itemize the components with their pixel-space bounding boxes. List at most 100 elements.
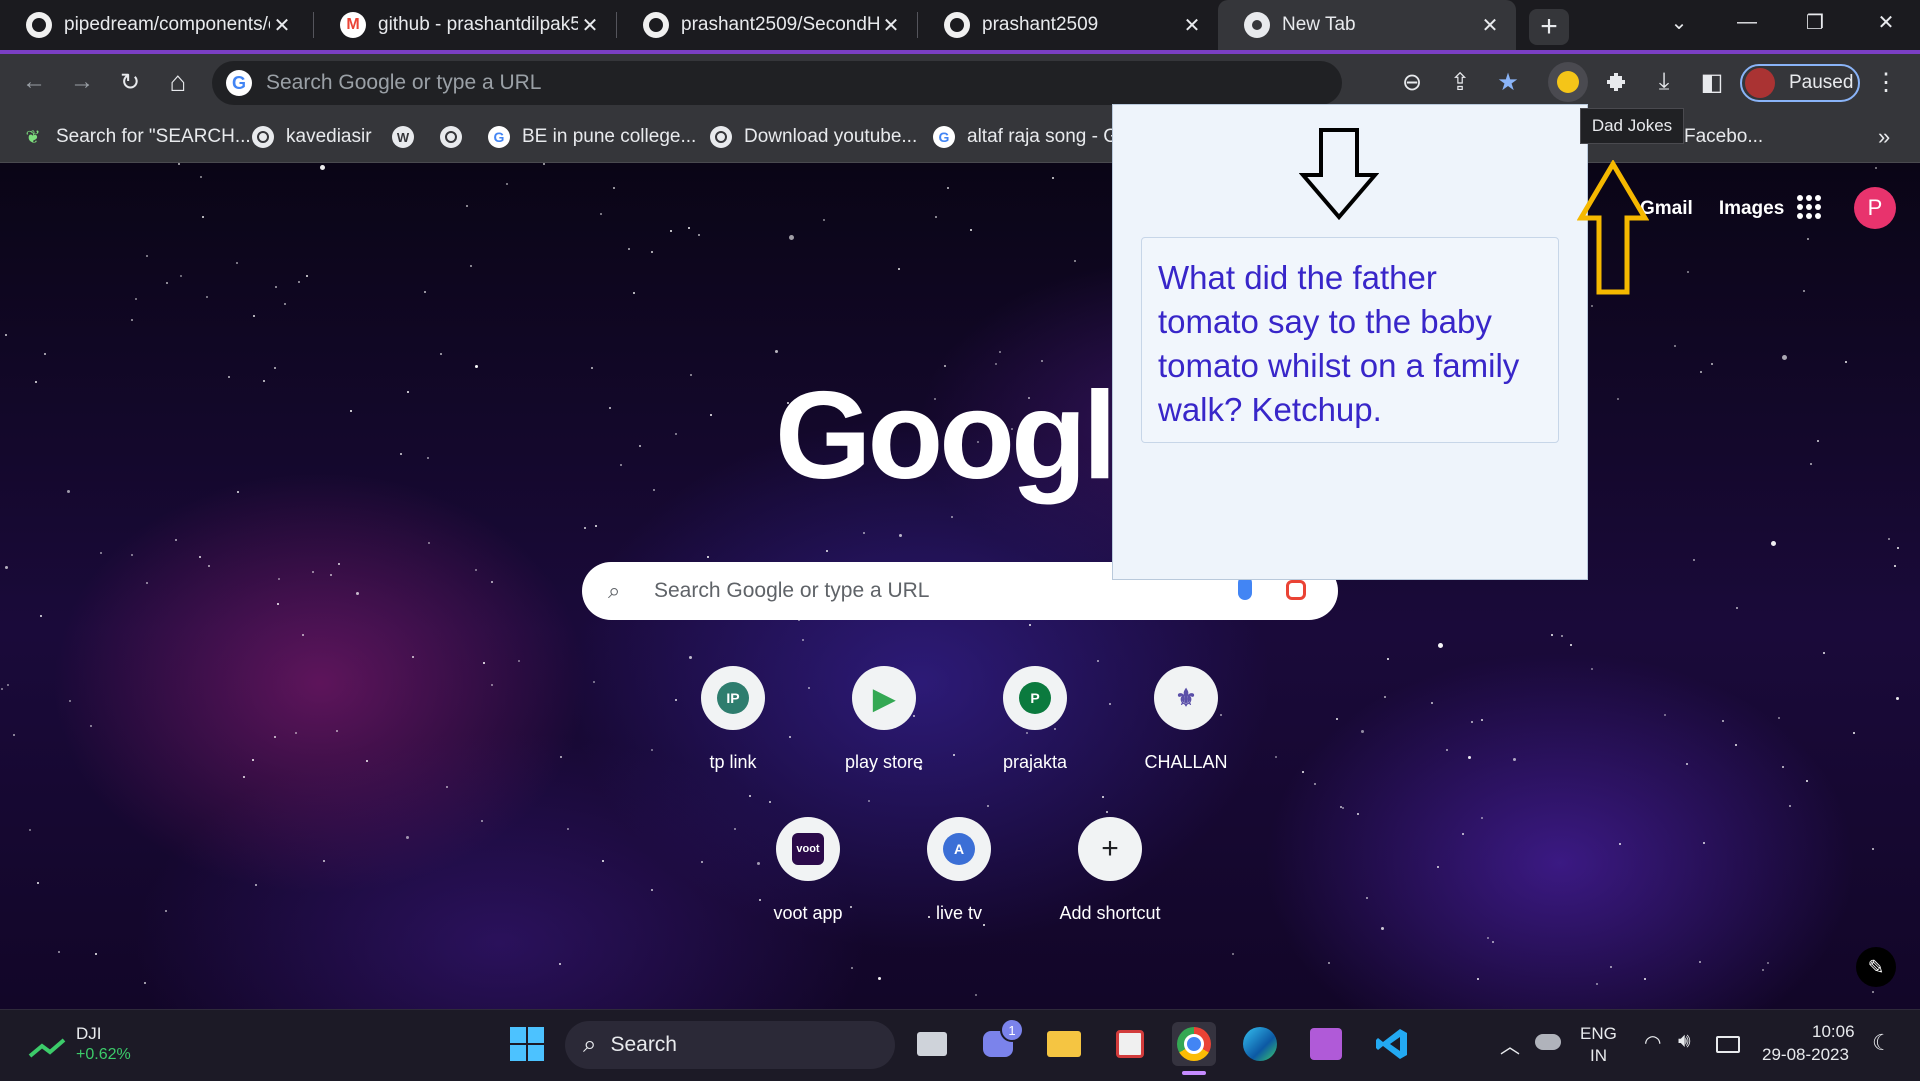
star: [1275, 756, 1277, 758]
wifi-icon[interactable]: ◠: [1644, 1030, 1661, 1055]
restore-button[interactable]: ❐: [1781, 0, 1849, 44]
windows-start-icon[interactable]: [505, 1022, 549, 1066]
star: [1106, 811, 1108, 813]
star: [688, 227, 690, 229]
star: [67, 490, 70, 493]
chevron-up-icon[interactable]: ︿: [1500, 1030, 1520, 1059]
customize-chrome-button[interactable]: ✎: [1856, 947, 1896, 987]
dad-jokes-extension-icon[interactable]: [1548, 62, 1588, 102]
shortcut-voot-app[interactable]: voot voot app: [752, 817, 864, 924]
zoom-icon[interactable]: ⊖: [1392, 62, 1432, 102]
star: [1789, 805, 1791, 807]
google-lens-icon[interactable]: [1286, 580, 1306, 600]
tab-title: prashant2509: [982, 14, 1099, 35]
bookmark-item[interactable]: [440, 112, 474, 162]
close-tab-icon[interactable]: ✕: [879, 13, 903, 38]
star: [987, 805, 989, 807]
tab-new-tab[interactable]: New Tab ✕: [1218, 0, 1516, 50]
add-shortcut-button[interactable]: + Add shortcut: [1054, 817, 1166, 924]
app-icon[interactable]: [1304, 1022, 1348, 1066]
bookmarks-overflow-button[interactable]: »: [1878, 112, 1890, 162]
minimize-button[interactable]: —: [1713, 0, 1781, 44]
bookmark-item[interactable]: Facebo...: [1684, 112, 1763, 162]
star: [312, 571, 314, 573]
star: [1644, 978, 1646, 980]
tab-search-button[interactable]: ⌄: [1645, 0, 1713, 44]
star: [180, 275, 182, 277]
star: [1735, 744, 1737, 746]
bookmark-item[interactable]: W: [392, 112, 426, 162]
taskbar-search[interactable]: ⌕ Search: [565, 1021, 895, 1069]
bookmark-item[interactable]: ❦ Search for "SEARCH...: [22, 112, 250, 162]
teams-chat-icon[interactable]: 1: [976, 1018, 1024, 1066]
shortcut-label: CHALLAN: [1144, 752, 1228, 772]
tab-pipedream[interactable]: pipedream/components/c ✕: [0, 0, 308, 50]
star: [1703, 842, 1705, 844]
shortcut-prajakta[interactable]: P prajakta: [979, 666, 1091, 773]
account-avatar[interactable]: P: [1854, 187, 1896, 229]
bookmark-item[interactable]: G BE in pune college...: [488, 112, 696, 162]
star: [1481, 719, 1483, 721]
task-view-icon[interactable]: [910, 1022, 954, 1066]
back-button[interactable]: ←: [14, 62, 54, 102]
star: [1687, 271, 1689, 273]
close-tab-icon[interactable]: ✕: [1180, 13, 1204, 38]
star: [274, 736, 276, 738]
tab-secondhand[interactable]: prashant2509/SecondHan ✕: [617, 0, 917, 50]
snipping-tool-icon[interactable]: [1108, 1022, 1152, 1066]
side-panel-icon[interactable]: ◧: [1692, 62, 1732, 102]
bookmark-star-icon[interactable]: ★: [1488, 62, 1528, 102]
battery-icon[interactable]: [1716, 1036, 1740, 1053]
star: [1664, 714, 1666, 716]
shortcut-challan[interactable]: ⚜ CHALLAN: [1130, 666, 1242, 773]
vscode-icon[interactable]: [1370, 1022, 1414, 1066]
star: [1431, 702, 1433, 704]
forward-button[interactable]: →: [62, 62, 102, 102]
edge-icon[interactable]: [1238, 1022, 1282, 1066]
tab-gmail[interactable]: M github - prashantdilpak55 ✕: [314, 0, 616, 50]
profile-button[interactable]: Paused: [1740, 64, 1860, 102]
moon-icon[interactable]: ☾: [1872, 1030, 1892, 1056]
google-icon: G: [933, 126, 955, 148]
address-bar[interactable]: G Search Google or type a URL: [212, 61, 1342, 105]
bookmark-item[interactable]: kavediasir: [252, 112, 372, 162]
star: [491, 684, 493, 686]
close-window-button[interactable]: ✕: [1852, 0, 1920, 44]
extensions-puzzle-icon[interactable]: [1596, 62, 1636, 102]
language-bottom[interactable]: IN: [1590, 1046, 1607, 1066]
star: [146, 582, 148, 584]
new-tab-button[interactable]: +: [1529, 9, 1569, 45]
close-tab-icon[interactable]: ✕: [1478, 13, 1502, 38]
shortcut-live-tv[interactable]: A live tv: [903, 817, 1015, 924]
onedrive-cloud-icon[interactable]: [1535, 1034, 1561, 1050]
clock-date[interactable]: 29-08-2023: [1762, 1045, 1849, 1065]
download-icon[interactable]: ⤓: [1644, 62, 1684, 102]
star: [475, 569, 477, 571]
star: [769, 801, 771, 803]
star: [1361, 730, 1364, 733]
menu-icon[interactable]: ⋮: [1866, 62, 1906, 102]
reload-button[interactable]: ↻: [110, 62, 150, 102]
home-button[interactable]: ⌂: [158, 62, 198, 102]
shortcut-label: Add shortcut: [1059, 903, 1161, 923]
close-tab-icon[interactable]: ✕: [270, 13, 294, 38]
volume-icon[interactable]: 🔊︎: [1678, 1030, 1691, 1053]
star: [236, 262, 238, 264]
share-icon[interactable]: ⇪: [1440, 62, 1480, 102]
language-top[interactable]: ENG: [1580, 1024, 1617, 1044]
bookmark-item[interactable]: Download youtube...: [710, 112, 917, 162]
shortcut-tp-link[interactable]: IP tp link: [677, 666, 789, 773]
images-link[interactable]: Images: [1719, 198, 1784, 220]
google-apps-icon[interactable]: [1797, 195, 1821, 219]
shortcut-play-store[interactable]: ▶ play store: [828, 666, 940, 773]
star: [789, 235, 794, 240]
chrome-taskbar-icon[interactable]: [1172, 1022, 1216, 1066]
close-tab-icon[interactable]: ✕: [578, 13, 602, 38]
star: [1810, 463, 1812, 465]
star: [44, 353, 46, 355]
bookmark-item[interactable]: G altaf raja song - G: [933, 112, 1118, 162]
tab-title: github - prashantdilpak55: [378, 14, 578, 35]
tab-prashant2509[interactable]: prashant2509 ✕: [918, 0, 1218, 50]
file-explorer-icon[interactable]: [1042, 1022, 1086, 1066]
clock-time[interactable]: 10:06: [1812, 1022, 1855, 1042]
